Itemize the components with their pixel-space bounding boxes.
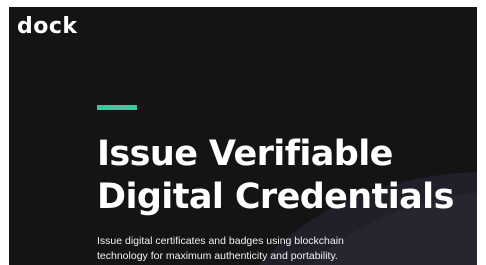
hero-headline: Issue Verifiable Digital Credentials	[97, 133, 475, 219]
headline-line-2: Digital Credentials	[97, 177, 454, 217]
accent-bar	[97, 105, 137, 110]
subtext-line-2: technology for maximum authenticity and …	[97, 250, 338, 262]
subtext-line-1: Issue digital certificates and badges us…	[97, 235, 344, 247]
headline-line-1: Issue Verifiable	[97, 134, 393, 174]
hero-banner: dock Issue Verifiable Digital Credential…	[9, 7, 477, 265]
dock-logo[interactable]: dock	[17, 16, 78, 38]
hero-subtext: Issue digital certificates and badges us…	[97, 234, 427, 264]
